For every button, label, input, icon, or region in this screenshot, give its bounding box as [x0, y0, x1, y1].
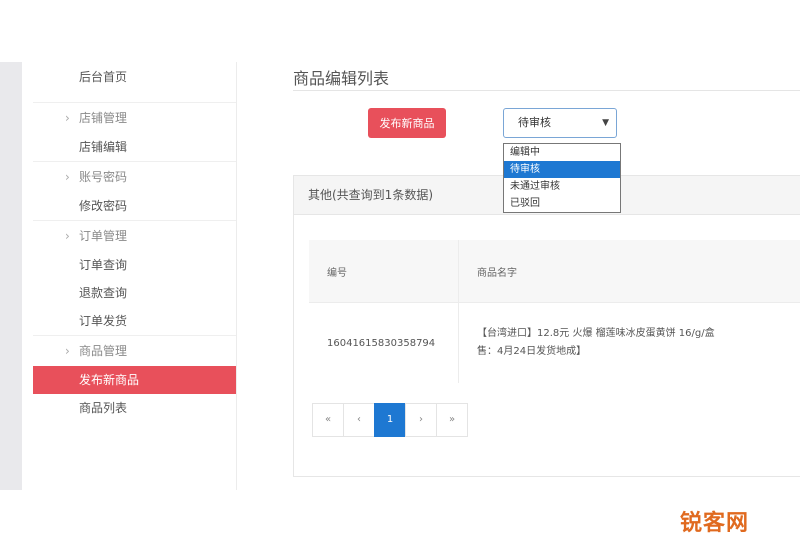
- chevron-right-icon: ›: [65, 111, 70, 125]
- status-option-editing[interactable]: 编辑中: [504, 144, 620, 161]
- chevron-right-icon: ›: [65, 170, 70, 184]
- sidebar-item-new-product[interactable]: 发布新商品: [33, 366, 236, 394]
- sidebar-item-refund-query[interactable]: 退款查询: [33, 279, 236, 307]
- sidebar-group-title-store[interactable]: › 店铺管理: [33, 103, 236, 133]
- sidebar-item-order-query[interactable]: 订单查询: [33, 251, 236, 279]
- sidebar-group-password: › 账号密码 修改密码: [33, 162, 236, 221]
- sidebar-item-dashboard[interactable]: 后台首页: [33, 62, 236, 102]
- status-option-pending[interactable]: 待审核: [504, 161, 620, 178]
- next-page-button[interactable]: ›: [405, 403, 437, 437]
- sidebar-group-orders: › 订单管理 订单查询 退款查询 订单发货: [33, 221, 236, 336]
- sidebar-group-store: › 店铺管理 店铺编辑: [33, 103, 236, 162]
- first-page-button[interactable]: «: [312, 403, 344, 437]
- title-divider: [293, 90, 800, 91]
- status-dropdown-list: 编辑中 待审核 未通过审核 已驳回: [503, 143, 621, 213]
- chevron-right-icon: ›: [65, 344, 70, 358]
- sidebar-group-home: 后台首页: [33, 62, 236, 103]
- sidebar-group-title-password[interactable]: › 账号密码: [33, 162, 236, 192]
- sidebar-group-label: 账号密码: [79, 170, 128, 184]
- status-select[interactable]: 待审核 ▼: [503, 108, 617, 138]
- sidebar-group-title-orders[interactable]: › 订单管理: [33, 221, 236, 251]
- caret-down-icon: ▼: [602, 118, 609, 128]
- status-select-value: 待审核: [518, 116, 551, 129]
- sidebar-item-change-password[interactable]: 修改密码: [33, 192, 236, 220]
- chevron-right-icon: ›: [65, 229, 70, 243]
- column-header-name: 商品名字: [458, 240, 800, 303]
- page-title: 商品编辑列表: [293, 69, 390, 88]
- product-name-line: 售：4月24日发货地成】: [477, 346, 587, 357]
- column-header-id: 编号: [309, 240, 459, 303]
- table-row[interactable]: 16041615830358794 【台湾进口】12.8元 火爆 榴莲味冰皮蛋黄…: [309, 302, 800, 383]
- sidebar-item-order-shipping[interactable]: 订单发货: [33, 307, 236, 335]
- admin-app: 后台首页 › 店铺管理 店铺编辑 › 账号密码 修改密码 › 订单管理 订单查询…: [0, 62, 800, 490]
- sidebar-item-product-list[interactable]: 商品列表: [33, 394, 236, 422]
- product-table: 编号 商品名字 16041615830358794 【台湾进口】12.8元 火爆…: [309, 240, 800, 383]
- pagination: « ‹ 1 › »: [312, 403, 468, 437]
- sidebar-group-label: 商品管理: [79, 344, 128, 358]
- new-product-button[interactable]: 发布新商品: [368, 108, 446, 138]
- results-panel: 其他(共查询到1条数据) 编号 商品名字 16041615830358794 【…: [293, 175, 800, 477]
- sidebar-group-title-products[interactable]: › 商品管理: [33, 336, 236, 366]
- sidebar-group-label: 店铺管理: [79, 111, 128, 125]
- left-rail: [0, 62, 22, 490]
- prev-page-button[interactable]: ‹: [343, 403, 375, 437]
- sidebar-group-label: 订单管理: [79, 229, 128, 243]
- product-name-cell: 【台湾进口】12.8元 火爆 榴莲味冰皮蛋黄饼 16/g/盒 售：4月24日发货…: [458, 302, 800, 383]
- sidebar: 后台首页 › 店铺管理 店铺编辑 › 账号密码 修改密码 › 订单管理 订单查询…: [33, 62, 237, 490]
- sidebar-item-store-edit[interactable]: 店铺编辑: [33, 133, 236, 161]
- main-content: 商品编辑列表 发布新商品 待审核 ▼ 编辑中 待审核 未通过审核 已驳回 其他(…: [237, 62, 800, 490]
- status-option-rejected[interactable]: 已驳回: [504, 195, 620, 212]
- product-id-cell: 16041615830358794: [309, 302, 459, 383]
- last-page-button[interactable]: »: [436, 403, 468, 437]
- sidebar-group-products: › 商品管理 发布新商品 商品列表: [33, 336, 236, 422]
- product-name-line: 【台湾进口】12.8元 火爆 榴莲味冰皮蛋黄饼 16/g/盒: [477, 328, 715, 339]
- page-1-button[interactable]: 1: [374, 403, 406, 437]
- table-header-row: 编号 商品名字: [309, 240, 800, 303]
- status-option-rejected-review[interactable]: 未通过审核: [504, 178, 620, 195]
- site-watermark: 锐客网: [680, 511, 750, 536]
